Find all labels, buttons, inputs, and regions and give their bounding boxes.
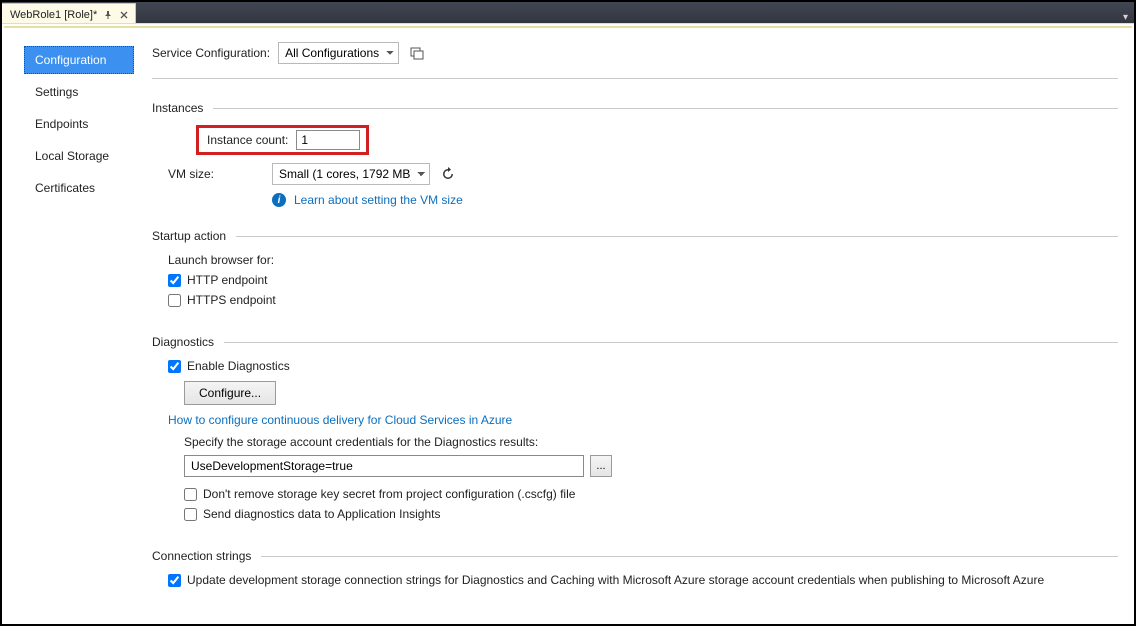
section-rule <box>236 236 1118 237</box>
sidebar-item-label: Local Storage <box>35 149 109 163</box>
instance-count-label: Instance count: <box>207 133 288 147</box>
section-rule <box>224 342 1118 343</box>
sidebar-item-label: Configuration <box>35 53 106 67</box>
section-title: Startup action <box>152 229 226 243</box>
section-diagnostics: Diagnostics Enable Diagnostics Configure… <box>152 335 1118 527</box>
section-header: Instances <box>152 101 1118 115</box>
section-header: Connection strings <box>152 549 1118 563</box>
https-endpoint-checkbox[interactable] <box>168 294 181 307</box>
dont-remove-secret-checkbox[interactable] <box>184 488 197 501</box>
vm-size-learn-link[interactable]: Learn about setting the VM size <box>294 193 463 207</box>
storage-account-input[interactable] <box>184 455 584 477</box>
divider <box>152 78 1118 79</box>
vm-size-label: VM size: <box>168 167 264 181</box>
tab-title: WebRole1 [Role]* <box>10 9 97 21</box>
main-panel: Service Configuration: All Configuration… <box>144 28 1132 622</box>
https-endpoint-checkbox-row[interactable]: HTTPS endpoint <box>168 293 276 307</box>
enable-diagnostics-label: Enable Diagnostics <box>187 359 290 373</box>
send-appinsights-checkbox[interactable] <box>184 508 197 521</box>
storage-account-browse-button[interactable]: ... <box>590 455 612 477</box>
window-frame: WebRole1 [Role]* ▾ Configuration Setting… <box>0 0 1136 626</box>
section-rule <box>213 108 1118 109</box>
section-header: Startup action <box>152 229 1118 243</box>
vm-size-select[interactable]: Small (1 cores, 1792 MB) <box>272 163 430 185</box>
diagnostics-howto-link[interactable]: How to configure continuous delivery for… <box>168 413 1118 427</box>
section-startup: Startup action Launch browser for: HTTP … <box>152 229 1118 313</box>
instance-count-input[interactable] <box>296 130 360 150</box>
enable-diagnostics-row[interactable]: Enable Diagnostics <box>168 359 290 373</box>
http-endpoint-label: HTTP endpoint <box>187 273 268 287</box>
page-surface: Configuration Settings Endpoints Local S… <box>4 26 1132 622</box>
instance-count-highlight: Instance count: <box>196 125 369 155</box>
configure-diagnostics-button[interactable]: Configure... <box>184 381 276 405</box>
sidebar-item-settings[interactable]: Settings <box>24 78 134 106</box>
sidebar-item-certificates[interactable]: Certificates <box>24 174 134 202</box>
http-endpoint-checkbox-row[interactable]: HTTP endpoint <box>168 273 268 287</box>
https-endpoint-label: HTTPS endpoint <box>187 293 276 307</box>
service-config-row: Service Configuration: All Configuration… <box>152 42 1118 64</box>
section-rule <box>261 556 1118 557</box>
close-icon[interactable] <box>119 10 129 20</box>
pin-icon[interactable] <box>103 10 113 20</box>
manage-configs-icon[interactable] <box>407 43 427 63</box>
sidebar-item-endpoints[interactable]: Endpoints <box>24 110 134 138</box>
document-tabstrip: WebRole1 [Role]* ▾ <box>2 2 1134 24</box>
sidebar-item-local-storage[interactable]: Local Storage <box>24 142 134 170</box>
launch-browser-label: Launch browser for: <box>168 253 1118 267</box>
http-endpoint-checkbox[interactable] <box>168 274 181 287</box>
sidebar: Configuration Settings Endpoints Local S… <box>4 28 144 622</box>
sidebar-item-label: Certificates <box>35 181 95 195</box>
sidebar-item-label: Settings <box>35 85 78 99</box>
service-config-label: Service Configuration: <box>152 46 270 60</box>
sidebar-item-label: Endpoints <box>35 117 88 131</box>
dont-remove-secret-label: Don't remove storage key secret from pro… <box>203 487 575 501</box>
refresh-vm-sizes-icon[interactable] <box>438 164 458 184</box>
update-connstr-row[interactable]: Update development storage connection st… <box>168 573 1044 587</box>
body: Configuration Settings Endpoints Local S… <box>4 28 1132 622</box>
send-appinsights-row[interactable]: Send diagnostics data to Application Ins… <box>184 507 441 521</box>
update-connstr-checkbox[interactable] <box>168 574 181 587</box>
section-header: Diagnostics <box>152 335 1118 349</box>
send-appinsights-label: Send diagnostics data to Application Ins… <box>203 507 441 521</box>
enable-diagnostics-checkbox[interactable] <box>168 360 181 373</box>
section-title: Diagnostics <box>152 335 214 349</box>
section-instances: Instances Instance count: VM size: <box>152 101 1118 207</box>
section-title: Instances <box>152 101 203 115</box>
update-connstr-label: Update development storage connection st… <box>187 573 1044 587</box>
info-icon: i <box>272 193 286 207</box>
sidebar-item-configuration[interactable]: Configuration <box>24 46 134 74</box>
section-title: Connection strings <box>152 549 251 563</box>
document-tab-webrole1[interactable]: WebRole1 [Role]* <box>2 3 136 23</box>
dont-remove-secret-row[interactable]: Don't remove storage key secret from pro… <box>184 487 575 501</box>
service-config-select[interactable]: All Configurations <box>278 42 399 64</box>
section-connection-strings: Connection strings Update development st… <box>152 549 1118 593</box>
tabstrip-menu-icon[interactable]: ▾ <box>1117 12 1134 23</box>
storage-account-label: Specify the storage account credentials … <box>184 435 1118 449</box>
